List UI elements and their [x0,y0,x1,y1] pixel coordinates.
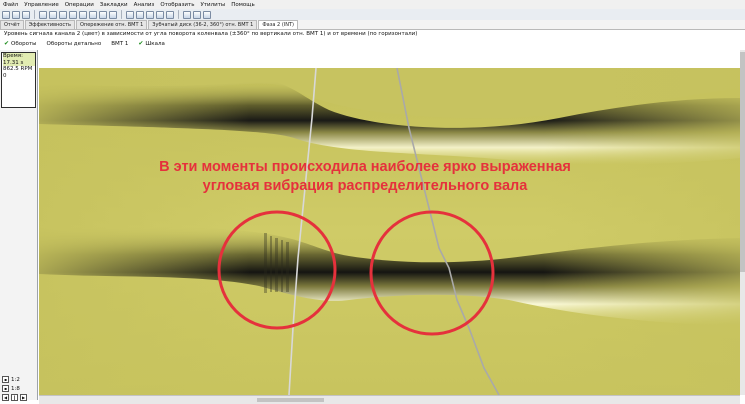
record-icon[interactable] [146,10,154,19]
chart-description: Уровень сигнала канала 2 (цвет) в зависи… [4,31,418,37]
fit-icon[interactable] [59,10,67,19]
save-icon[interactable] [12,10,20,19]
display-options: ✔ Обороты Обороты детально ВМТ 1 ✔ Шкала [4,40,165,47]
vertical-scrollbar[interactable] [740,50,745,395]
check-icon[interactable] [156,10,164,19]
toolbar-separator [34,10,35,19]
menu-bar: Файл Управление Операции Закладки Анализ… [0,0,745,9]
heatmap-edge-shading [39,68,740,395]
vibration-annotation: В эти моменты происходила наиболее ярко … [95,158,635,196]
stop-icon[interactable] [136,10,144,19]
readout-zero: 0 [3,72,7,79]
checkmark-icon: ✔ [138,40,144,47]
horizontal-scroll-thumb[interactable] [257,398,324,402]
phase-heatmap[interactable] [39,68,740,395]
pause-icon[interactable]: ‖ [11,394,18,401]
menu-utilities[interactable]: Утилиты [197,2,228,8]
tab-bar: Отчёт Эффективность Опережение отн. ВМТ … [0,20,745,30]
zoom-ratio-b[interactable]: ▪ 1:8 [2,385,20,392]
option-scale[interactable]: ✔ Шкала [138,40,165,47]
vertical-scroll-thumb[interactable] [740,52,745,272]
print-icon[interactable] [22,10,30,19]
zoom-ratio-a[interactable]: ▪ 1:2 [2,376,20,383]
filter-icon[interactable] [109,10,117,19]
forward-icon[interactable]: ▶ [20,394,27,401]
tab-advance[interactable]: Опережение отн. ВМТ 1 [75,20,148,29]
rewind-icon[interactable]: ◀ [2,394,9,401]
option-tdc-label: ВМТ 1 [111,40,129,47]
option-revolutions[interactable]: ✔ Обороты [4,40,37,47]
playback-controls: ◀ ‖ ▶ [2,394,27,401]
option-revolutions-detail[interactable]: Обороты детально [47,40,102,47]
zoom-ratio-b-label: 1:8 [11,385,20,392]
settings-icon[interactable] [166,10,174,19]
tab-phase-2[interactable]: Фаза 2 (INT) [258,20,298,29]
tab-efficiency[interactable]: Эффективность [24,20,75,29]
play-icon[interactable] [126,10,134,19]
horizontal-scrollbar[interactable] [39,395,740,404]
grid-icon[interactable] [79,10,87,19]
window-icon[interactable] [183,10,191,19]
menu-help[interactable]: Помощь [228,2,257,8]
checkmark-icon: ✔ [4,40,10,47]
left-panel: Время: 17.31 s 862.5 RPM 0 ▪ 1:2 ▪ 1:8 ◀… [0,50,38,401]
marker-icon[interactable] [89,10,97,19]
zoom-toggle-icon: ▪ [2,376,9,383]
option-tdc[interactable]: ВМТ 1 [111,40,128,47]
toolbar-separator [121,10,122,19]
menu-display[interactable]: Отобразить [157,2,197,8]
export-icon[interactable] [193,10,201,19]
annotation-line-1: В эти моменты происходила наиболее ярко … [159,159,571,175]
zoom-out-icon[interactable] [49,10,57,19]
help-icon[interactable] [203,10,211,19]
menu-analysis[interactable]: Анализ [131,2,158,8]
cursor-icon[interactable] [69,10,77,19]
tab-report[interactable]: Отчёт [0,20,24,29]
tab-toothed-disk[interactable]: Зубчатый диск (36-2, 360°) отн. ВМТ 1 [148,20,258,29]
menu-control[interactable]: Управление [21,2,62,8]
cursor-readout: Время: 17.31 s 862.5 RPM 0 [1,52,36,108]
option-revolutions-label: Обороты [11,40,37,47]
menu-bookmarks[interactable]: Закладки [97,2,131,8]
menu-operations[interactable]: Операции [62,2,97,8]
open-file-icon[interactable] [2,10,10,19]
zoom-toggle-icon: ▪ [2,385,9,392]
menu-file[interactable]: Файл [0,2,21,8]
toolbar-separator [178,10,179,19]
zoom-ratio-a-label: 1:2 [11,376,20,383]
zoom-in-icon[interactable] [39,10,47,19]
option-scale-label: Шкала [145,40,165,47]
rpm-value: 862.5 RPM [3,66,33,72]
channel-icon[interactable] [99,10,107,19]
annotation-line-2: угловая вибрация распределительного вала [202,178,528,194]
option-revolutions-detail-label: Обороты детально [46,40,102,47]
